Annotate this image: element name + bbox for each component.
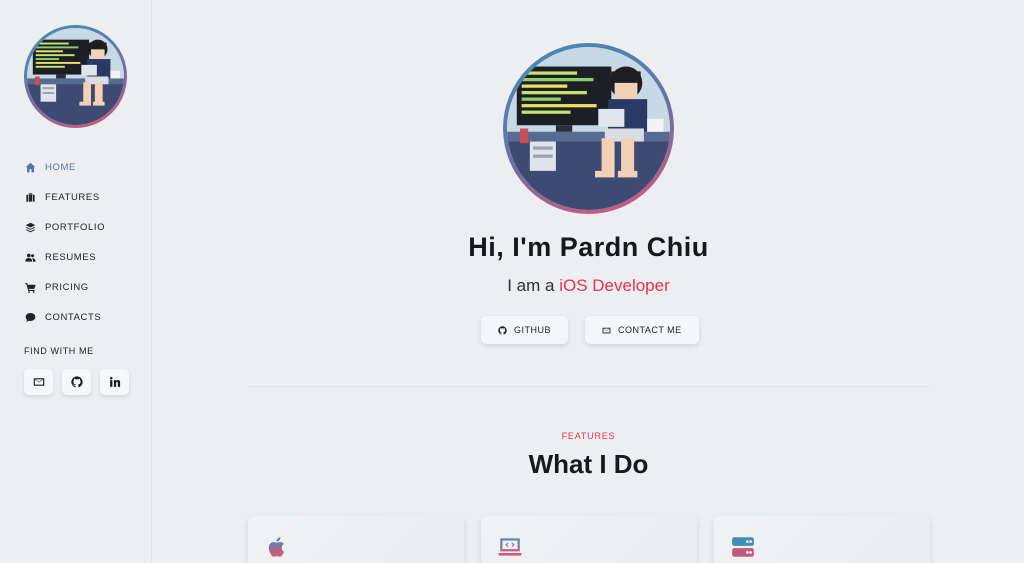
chat-icon [24,311,36,323]
section-divider [248,386,930,387]
nav-label: FEATURES [45,191,100,203]
nav-item-features[interactable]: FEATURES [24,182,105,212]
section-tag: FEATURES [561,431,616,441]
nav-item-home[interactable]: HOME [24,152,105,182]
find-with-me-title: FIND WITH ME [24,346,94,356]
linkedin-button[interactable] [100,369,129,395]
github-button[interactable] [62,369,91,395]
github-button[interactable]: GITHUB [481,316,569,344]
nav-label: PRICING [45,281,89,293]
avatar-image [27,28,124,125]
github-icon [498,325,507,335]
github-button-label: GITHUB [514,325,552,335]
contact-button-label: CONTACT ME [618,325,682,335]
briefcase-icon [24,191,36,203]
hero-avatar [503,43,674,214]
feature-cards [248,516,930,563]
nav-item-portfolio[interactable]: PORTFOLIO [24,212,105,242]
sidebar-avatar [24,25,127,128]
feature-card-ios[interactable] [248,516,464,563]
nav-label: RESUMES [45,251,97,263]
layers-icon [24,221,36,233]
feature-card-web[interactable] [481,516,697,563]
avatar-image [507,47,670,210]
cart-icon [24,281,36,293]
nav-label: CONTACTS [45,311,102,323]
feature-card-backend[interactable] [714,516,930,563]
home-icon [24,161,36,173]
nav-item-contacts[interactable]: CONTACTS [24,302,105,332]
subtitle-role: iOS Developer [559,276,670,295]
mail-button[interactable] [24,369,53,395]
social-links [24,369,129,395]
mail-icon [602,327,611,333]
github-icon [70,376,83,388]
laptop-code-icon [497,534,523,560]
section-title: What I Do [528,449,649,479]
contact-me-button[interactable]: CONTACT ME [585,316,699,344]
hero-title: Hi, I'm Pardn Chiu [468,232,709,262]
server-icon [730,534,756,560]
hero-subtitle: I am a iOS Developer [153,276,1024,296]
nav-label: HOME [45,161,76,173]
mail-icon [33,378,44,386]
sidebar: HOME FEATURES PORTFOLIO RESUMES PRICING [0,0,152,563]
main-nav: HOME FEATURES PORTFOLIO RESUMES PRICING [24,152,105,332]
users-icon [24,251,36,263]
nav-item-pricing[interactable]: PRICING [24,272,105,302]
hero-buttons: GITHUB CONTACT ME [481,316,699,344]
nav-label: PORTFOLIO [45,221,106,233]
linkedin-icon [109,376,120,387]
nav-item-resumes[interactable]: RESUMES [24,242,105,272]
subtitle-prefix: I am a [507,276,560,295]
apple-icon [264,534,290,560]
main-content: Hi, I'm Pardn Chiu I am a iOS Developer … [153,0,1024,563]
